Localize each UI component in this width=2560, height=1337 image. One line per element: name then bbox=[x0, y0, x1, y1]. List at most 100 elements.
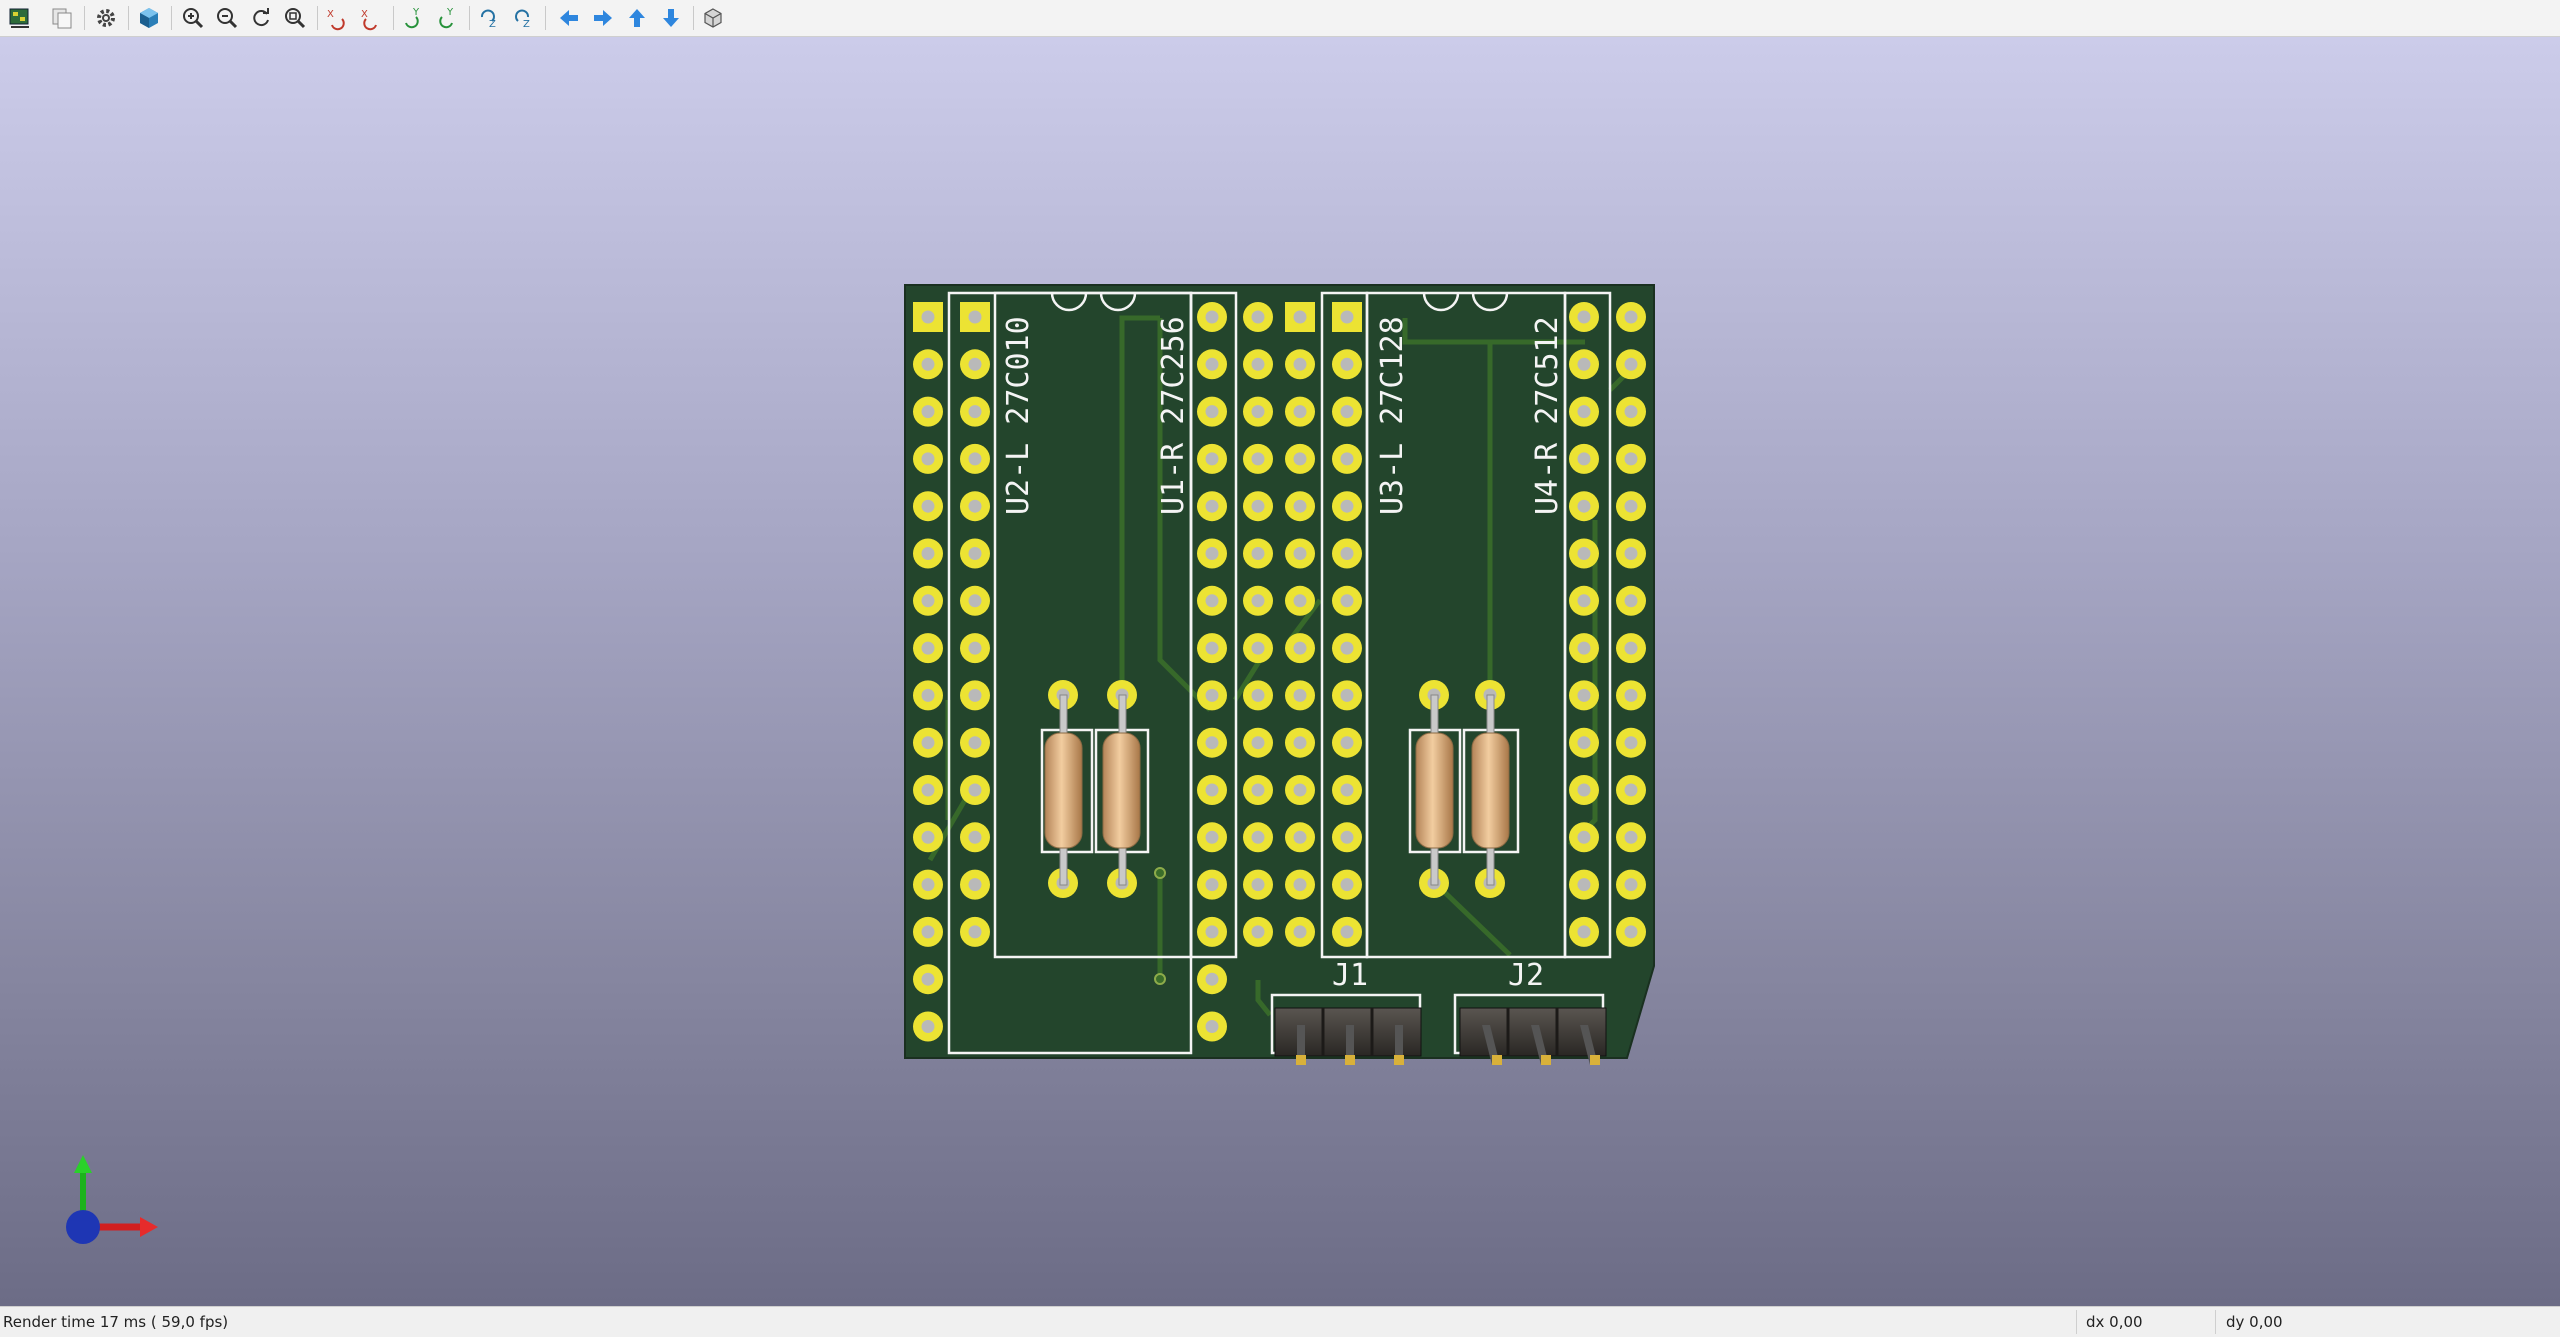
silk-u3-label: U3-L 27C128 bbox=[1375, 316, 1410, 515]
rotate-z-ccw-icon[interactable]: Z bbox=[508, 3, 538, 33]
status-bar: Render time 17 ms ( 59,0 fps) dx 0,00 dy… bbox=[0, 1306, 2560, 1337]
pad-hole bbox=[1340, 452, 1354, 466]
zoom-fit-icon[interactable] bbox=[280, 3, 310, 33]
svg-text:Y: Y bbox=[412, 7, 420, 18]
pad-hole bbox=[1293, 405, 1307, 419]
silk-u1-label: U1-R 27C256 bbox=[1156, 316, 1191, 515]
pad-hole bbox=[1577, 405, 1591, 419]
copy-image-icon[interactable] bbox=[47, 3, 77, 33]
move-down-icon[interactable] bbox=[656, 3, 686, 33]
pad-hole bbox=[1251, 830, 1265, 844]
3d-viewport[interactable]: U2-L 27C010 U1-R 27C256 U3-L 27C128 U4-R… bbox=[0, 37, 2560, 1306]
rotate-y-ccw-icon[interactable]: Y bbox=[432, 3, 462, 33]
pad-hole bbox=[968, 736, 982, 750]
pad-hole bbox=[1293, 452, 1307, 466]
pad-hole bbox=[1205, 452, 1219, 466]
pad-hole bbox=[1205, 405, 1219, 419]
zoom-out-icon[interactable] bbox=[212, 3, 242, 33]
redraw-icon[interactable] bbox=[246, 3, 276, 33]
pad-hole bbox=[1205, 641, 1219, 655]
pad-hole bbox=[1293, 688, 1307, 702]
pad-hole bbox=[968, 499, 982, 513]
pad-hole bbox=[1624, 405, 1638, 419]
pad-hole bbox=[1205, 972, 1219, 986]
z-axis-ball bbox=[66, 1210, 100, 1244]
pad-hole bbox=[1293, 878, 1307, 892]
pad-hole bbox=[968, 878, 982, 892]
pad-hole bbox=[1340, 925, 1354, 939]
pad-hole bbox=[1624, 452, 1638, 466]
pad-hole bbox=[1577, 357, 1591, 371]
pad-hole bbox=[968, 357, 982, 371]
pad-hole bbox=[1577, 736, 1591, 750]
pad-hole bbox=[921, 688, 935, 702]
pad-hole bbox=[1251, 452, 1265, 466]
pad-hole bbox=[1251, 357, 1265, 371]
pad-hole bbox=[968, 783, 982, 797]
pad-hole bbox=[1340, 499, 1354, 513]
pad-hole bbox=[1251, 641, 1265, 655]
pad-hole bbox=[921, 405, 935, 419]
pad-hole bbox=[1624, 925, 1638, 939]
pad-hole bbox=[1293, 310, 1307, 324]
pad-hole bbox=[1251, 310, 1265, 324]
silk-j1-label: J1 bbox=[1332, 958, 1368, 993]
pad-hole bbox=[1251, 499, 1265, 513]
pad-hole bbox=[921, 452, 935, 466]
pad-hole bbox=[968, 925, 982, 939]
pad-hole bbox=[1577, 878, 1591, 892]
pad-hole bbox=[1205, 830, 1219, 844]
pad-hole bbox=[921, 310, 935, 324]
pad-hole bbox=[1624, 830, 1638, 844]
pad-hole bbox=[968, 641, 982, 655]
pad-hole bbox=[1205, 1020, 1219, 1033]
pad-hole bbox=[921, 972, 935, 986]
kicad-export-icon[interactable] bbox=[5, 3, 35, 33]
pad-hole bbox=[968, 405, 982, 419]
y-axis-arrow bbox=[74, 1155, 92, 1173]
pad-hole bbox=[1293, 925, 1307, 939]
pad-hole bbox=[921, 499, 935, 513]
dy-readout: dy 0,00 bbox=[2226, 1313, 2283, 1331]
rotate-x-ccw-icon[interactable]: X bbox=[356, 3, 386, 33]
pad-hole bbox=[1340, 688, 1354, 702]
settings-gear-icon[interactable] bbox=[91, 3, 121, 33]
svg-text:X: X bbox=[361, 9, 368, 20]
via bbox=[1154, 867, 1166, 879]
pad-hole bbox=[921, 357, 935, 371]
pad-hole bbox=[1251, 736, 1265, 750]
ortho-view-icon[interactable] bbox=[698, 3, 728, 33]
rotate-z-cw-icon[interactable]: Z bbox=[474, 3, 504, 33]
pad-hole bbox=[1624, 357, 1638, 371]
move-up-icon[interactable] bbox=[622, 3, 652, 33]
pad-hole bbox=[1251, 783, 1265, 797]
pad-hole bbox=[1577, 452, 1591, 466]
move-right-icon[interactable] bbox=[588, 3, 618, 33]
rotate-x-cw-icon[interactable]: X bbox=[322, 3, 352, 33]
pad-hole bbox=[1624, 688, 1638, 702]
pad-hole bbox=[1251, 547, 1265, 560]
pad-hole bbox=[1340, 405, 1354, 419]
rotate-y-cw-icon[interactable]: Y bbox=[398, 3, 428, 33]
pad-hole bbox=[1577, 783, 1591, 797]
pad-hole bbox=[968, 830, 982, 844]
pad-hole bbox=[921, 547, 935, 560]
pin-header-j2 bbox=[1459, 1007, 1607, 1065]
pad-hole bbox=[1577, 594, 1591, 608]
zoom-in-icon[interactable] bbox=[178, 3, 208, 33]
pad-hole bbox=[1205, 357, 1219, 371]
pcb-board: U2-L 27C010 U1-R 27C256 U3-L 27C128 U4-R… bbox=[904, 284, 1655, 1065]
pad-hole bbox=[1293, 783, 1307, 797]
svg-text:Z: Z bbox=[523, 19, 530, 30]
3d-cube-icon[interactable] bbox=[134, 3, 164, 33]
pad-hole bbox=[1577, 547, 1591, 560]
silk-u4-label: U4-R 27C512 bbox=[1530, 316, 1565, 515]
pad-hole bbox=[1205, 594, 1219, 608]
move-left-icon[interactable] bbox=[554, 3, 584, 33]
pad-hole bbox=[1577, 310, 1591, 324]
pad-hole bbox=[1340, 783, 1354, 797]
pad-hole bbox=[1340, 641, 1354, 655]
svg-text:X: X bbox=[327, 9, 334, 20]
pad-hole bbox=[1251, 688, 1265, 702]
pad-hole bbox=[1624, 736, 1638, 750]
